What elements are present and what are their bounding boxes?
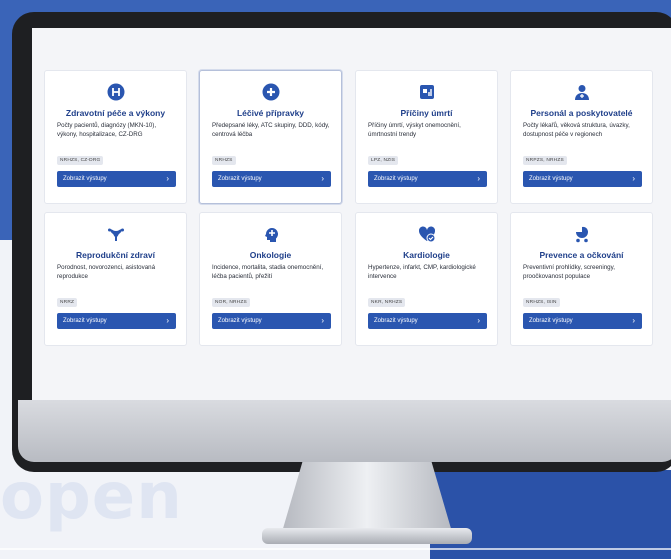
card-tag: NRPZS, NRHZS <box>523 156 567 165</box>
baby-carriage-icon <box>575 226 588 243</box>
card-kardiologie: Kardiologie Hypertenze, infarkt, CMP, ka… <box>355 212 498 346</box>
button-label: Zobrazit výstupy <box>374 176 418 182</box>
doctor-icon <box>574 85 589 100</box>
head-cross-icon <box>264 228 278 242</box>
button-label: Zobrazit výstupy <box>63 176 107 182</box>
uterus-icon <box>107 228 124 241</box>
chevron-right-icon: › <box>477 174 480 183</box>
monitor-chin <box>18 400 671 462</box>
card-description: Incidence, mortalita, stadia onemocnění,… <box>212 264 324 280</box>
show-outputs-button[interactable]: Zobrazit výstupy › <box>368 171 487 187</box>
card-title: Kardiologie <box>403 250 450 260</box>
card-title: Personál a poskytovatelé <box>530 108 633 118</box>
button-label: Zobrazit výstupy <box>374 318 418 324</box>
chart-document-icon <box>419 85 434 99</box>
button-label: Zobrazit výstupy <box>218 318 262 324</box>
card-description: Preventivní prohlídky, screeningy, prooč… <box>523 264 615 280</box>
screen: Zdravotní péče a výkony Počty pacientů, … <box>32 28 671 400</box>
button-label: Zobrazit výstupy <box>529 176 573 182</box>
backdrop-line <box>0 548 671 550</box>
chevron-right-icon: › <box>632 174 635 183</box>
card-title: Onkologie <box>249 250 292 260</box>
heart-check-icon <box>418 226 435 243</box>
card-description: Předepsané léky, ATC skupiny, DDD, kódy,… <box>212 122 330 138</box>
show-outputs-button[interactable]: Zobrazit výstupy › <box>523 313 642 329</box>
card-onkologie: Onkologie Incidence, mortalita, stadia o… <box>199 212 342 346</box>
card-description: Počty pacientů, diagnózy (MKN-10), výkon… <box>57 122 157 138</box>
show-outputs-button[interactable]: Zobrazit výstupy › <box>523 171 642 187</box>
card-lecive-pripravky: Léčivé přípravky Předepsané léky, ATC sk… <box>199 70 342 204</box>
monitor-stand <box>282 462 452 532</box>
show-outputs-button[interactable]: Zobrazit výstupy › <box>212 313 331 329</box>
card-tag: LPZ, NZIS <box>368 156 399 165</box>
card-description: Počty lékařů, věková struktura, úvazky, … <box>523 122 630 138</box>
button-label: Zobrazit výstupy <box>529 318 573 324</box>
card-title: Reprodukční zdraví <box>76 250 155 260</box>
card-personal: Personál a poskytovatelé Počty lékařů, v… <box>510 70 653 204</box>
card-title: Příčiny úmrtí <box>400 108 453 118</box>
card-tag: NRRZ <box>57 298 78 307</box>
chevron-right-icon: › <box>166 316 169 325</box>
card-title: Prevence a očkování <box>539 250 624 260</box>
card-prevence: Prevence a očkování Preventivní prohlídk… <box>510 212 653 346</box>
button-label: Zobrazit výstupy <box>218 176 262 182</box>
chevron-right-icon: › <box>321 174 324 183</box>
chevron-right-icon: › <box>632 316 635 325</box>
card-tag: NKR, NRHZS <box>368 298 406 307</box>
card-priciny-umrti: Příčiny úmrtí Příčiny úmrtí, výskyt onem… <box>355 70 498 204</box>
show-outputs-button[interactable]: Zobrazit výstupy › <box>57 313 176 329</box>
monitor-base <box>262 528 472 544</box>
card-title: Léčivé přípravky <box>236 108 305 118</box>
card-tag: NRHZS, ISIN <box>523 298 560 307</box>
chevron-right-icon: › <box>477 316 480 325</box>
card-tag: NRHZS <box>212 156 236 165</box>
show-outputs-button[interactable]: Zobrazit výstupy › <box>57 171 176 187</box>
card-description: Hypertenze, infarkt, CMP, kardiologické … <box>368 264 476 280</box>
card-tag: NRHZS, CZ-DRG <box>57 156 104 165</box>
show-outputs-button[interactable]: Zobrazit výstupy › <box>212 171 331 187</box>
card-description: Příčiny úmrtí, výskyt onemocnění, úmrtno… <box>368 122 461 138</box>
button-label: Zobrazit výstupy <box>63 318 107 324</box>
chevron-right-icon: › <box>321 316 324 325</box>
show-outputs-button[interactable]: Zobrazit výstupy › <box>368 313 487 329</box>
card-zdravotni-pece: Zdravotní péče a výkony Počty pacientů, … <box>44 70 187 204</box>
card-description: Porodnost, novorozenci, asistovaná repro… <box>57 264 156 280</box>
backdrop-bottom <box>430 470 671 559</box>
hospital-h-icon <box>107 83 124 101</box>
medical-cross-icon <box>262 83 279 101</box>
card-title: Zdravotní péče a výkony <box>65 108 166 118</box>
card-tag: NOR, NRHZS <box>212 298 250 307</box>
card-reprodukcni-zdravi: Reprodukční zdraví Porodnost, novorozenc… <box>44 212 187 346</box>
chevron-right-icon: › <box>166 174 169 183</box>
